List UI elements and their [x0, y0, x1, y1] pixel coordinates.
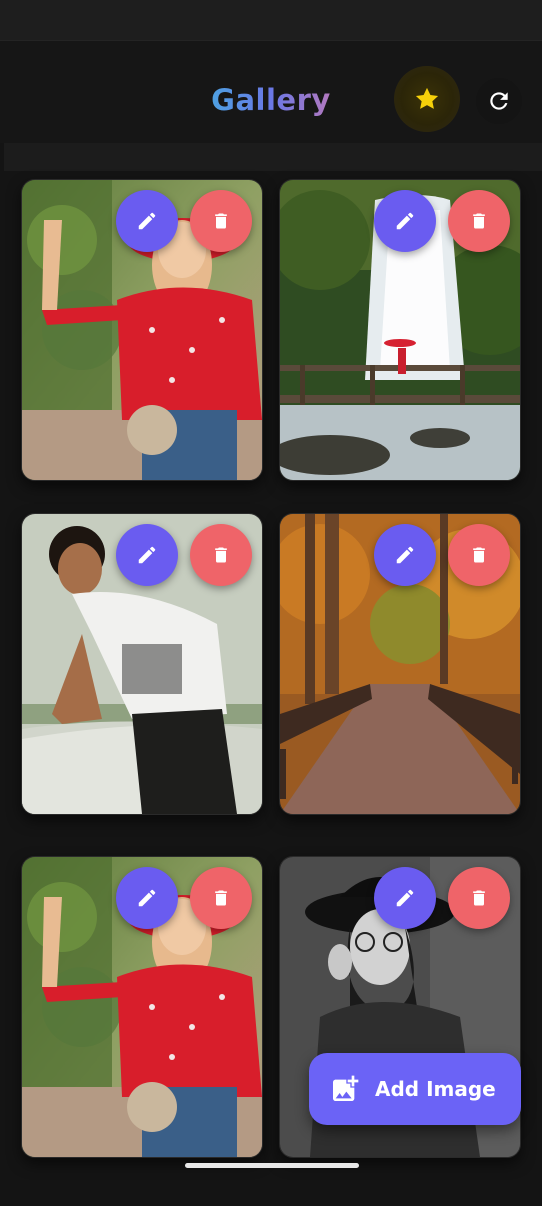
edit-button[interactable] — [116, 190, 178, 252]
add-image-button[interactable]: Add Image — [309, 1053, 521, 1125]
trash-icon — [215, 547, 227, 563]
trash-icon — [473, 213, 485, 229]
edit-button[interactable] — [116, 867, 178, 929]
pencil-icon — [396, 889, 414, 907]
star-icon — [415, 87, 439, 109]
edit-button[interactable] — [374, 524, 436, 586]
trash-icon — [215, 213, 227, 229]
delete-button[interactable] — [190, 867, 252, 929]
pencil-icon — [138, 212, 156, 230]
edit-button[interactable] — [116, 524, 178, 586]
delete-button[interactable] — [448, 867, 510, 929]
page-title: Gallery — [180, 80, 362, 120]
add-photo-icon — [333, 1075, 359, 1101]
pencil-icon — [396, 546, 414, 564]
toolbar-strip — [4, 143, 542, 171]
delete-button[interactable] — [448, 190, 510, 252]
delete-button[interactable] — [448, 524, 510, 586]
home-indicator[interactable] — [185, 1163, 359, 1168]
image-card[interactable] — [21, 179, 263, 481]
status-bar — [0, 0, 542, 40]
trash-icon — [215, 890, 227, 906]
delete-button[interactable] — [190, 190, 252, 252]
refresh-icon — [490, 92, 508, 110]
image-card[interactable] — [279, 513, 521, 815]
add-image-label: Add Image — [375, 1077, 496, 1101]
delete-button[interactable] — [190, 524, 252, 586]
edit-button[interactable] — [374, 190, 436, 252]
image-card[interactable] — [21, 856, 263, 1158]
trash-icon — [473, 890, 485, 906]
edit-button[interactable] — [374, 867, 436, 929]
favorites-button[interactable] — [394, 66, 460, 132]
pencil-icon — [138, 889, 156, 907]
image-card[interactable] — [279, 179, 521, 481]
trash-icon — [473, 547, 485, 563]
pencil-icon — [138, 546, 156, 564]
pencil-icon — [396, 212, 414, 230]
refresh-button[interactable] — [476, 78, 522, 124]
image-card[interactable] — [21, 513, 263, 815]
